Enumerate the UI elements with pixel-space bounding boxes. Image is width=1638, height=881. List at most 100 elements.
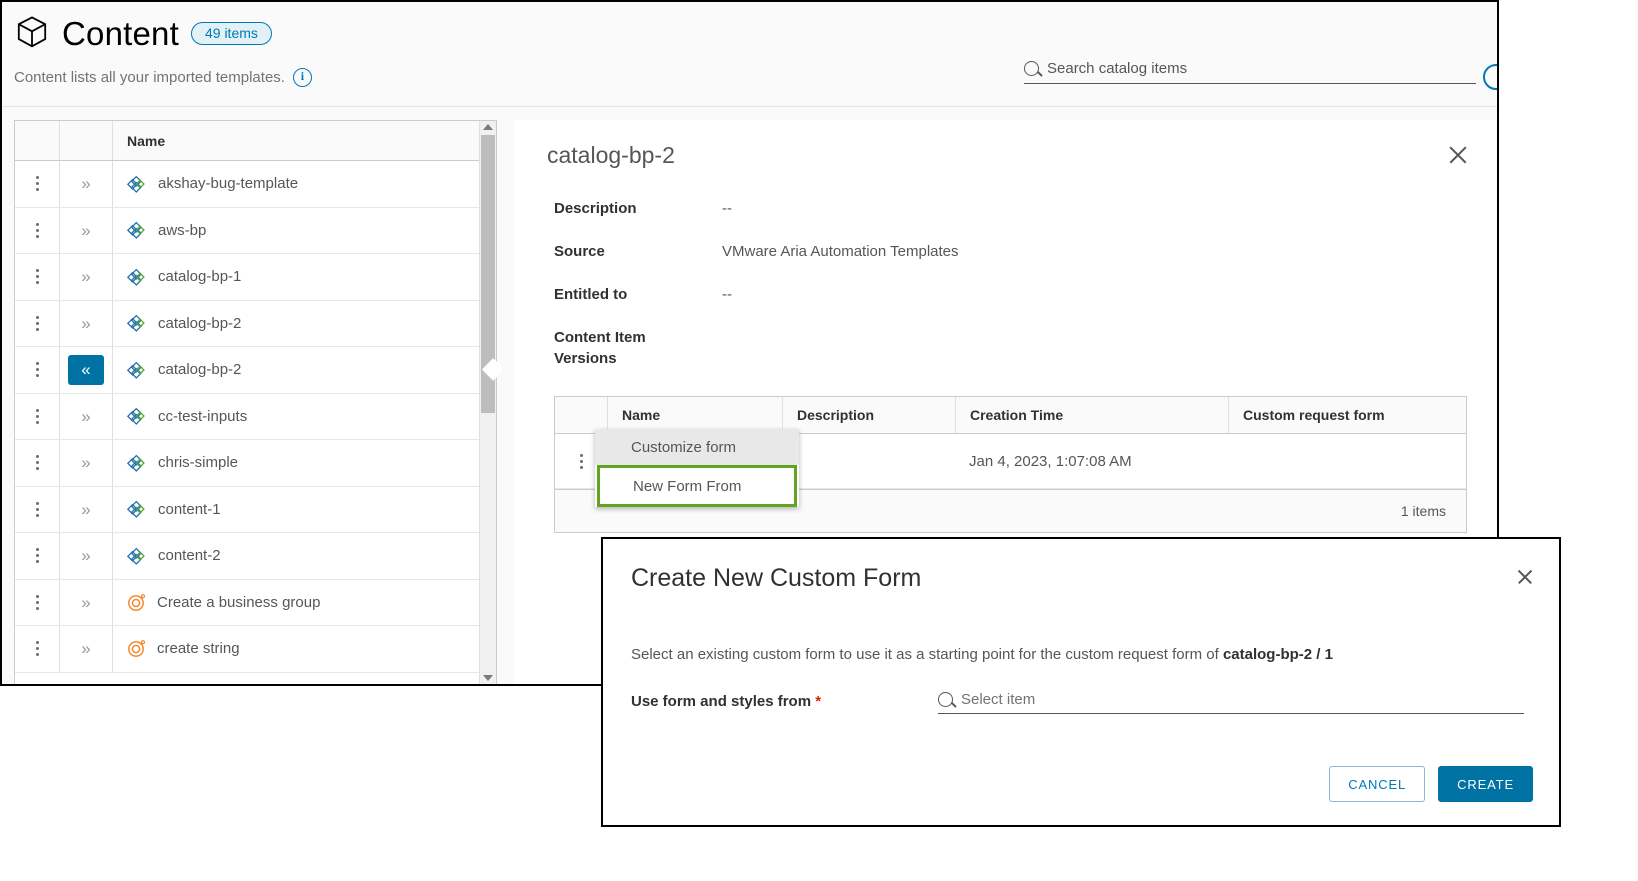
- collapse-detail-button[interactable]: «: [59, 347, 112, 393]
- list-item[interactable]: » catalog-bp-1: [15, 254, 496, 301]
- list-item[interactable]: » create string: [15, 626, 496, 673]
- list-item[interactable]: » chris-simple: [15, 440, 496, 487]
- blueprint-icon: [126, 546, 147, 566]
- list-item-name-cell: cc-test-inputs: [112, 393, 496, 439]
- detail-value: --: [722, 200, 732, 217]
- expand-detail-button[interactable]: »: [59, 440, 112, 486]
- list-item[interactable]: » cc-test-inputs: [15, 393, 496, 440]
- kebab-menu-icon[interactable]: [35, 501, 39, 517]
- kebab-menu-icon[interactable]: [35, 222, 39, 238]
- list-body: » akshay-bug-template » aws-bp » catalog-bp-1…: [15, 161, 496, 673]
- expand-detail-button[interactable]: »: [59, 579, 112, 625]
- dialog-title: Create New Custom Form: [631, 564, 922, 592]
- versions-header-custom-request-form: Custom request form: [1228, 397, 1466, 433]
- menu-item-customize-form[interactable]: Customize form: [595, 429, 799, 465]
- scroll-down-arrow-icon[interactable]: [483, 675, 493, 681]
- kebab-menu-icon[interactable]: [579, 453, 583, 469]
- kebab-menu-icon[interactable]: [35, 641, 39, 657]
- chevron-double-right-icon[interactable]: »: [81, 640, 90, 657]
- chevron-double-right-icon[interactable]: »: [81, 268, 90, 285]
- expand-detail-button[interactable]: »: [59, 393, 112, 439]
- row-actions-button[interactable]: [15, 487, 59, 533]
- select-item-input-wrap[interactable]: [938, 691, 1524, 714]
- create-button[interactable]: CREATE: [1438, 766, 1533, 802]
- list-item[interactable]: » Create a business group: [15, 579, 496, 626]
- list-item-label: create string: [157, 640, 240, 658]
- list-item[interactable]: » aws-bp: [15, 207, 496, 254]
- list-item-label: aws-bp: [158, 221, 207, 239]
- expand-detail-button[interactable]: »: [59, 300, 112, 346]
- versions-header-description: Description: [782, 397, 955, 433]
- list-item[interactable]: « catalog-bp-2: [15, 347, 496, 394]
- menu-item-new-form-from[interactable]: New Form From: [597, 465, 797, 507]
- page-subtitle: Content lists all your imported template…: [14, 69, 285, 86]
- chevron-double-left-icon[interactable]: «: [68, 354, 104, 385]
- row-actions-button[interactable]: [15, 580, 59, 626]
- kebab-menu-icon[interactable]: [35, 315, 39, 331]
- chevron-double-right-icon[interactable]: »: [81, 454, 90, 471]
- row-actions-button[interactable]: [15, 161, 59, 207]
- kebab-menu-icon[interactable]: [35, 548, 39, 564]
- chevron-double-right-icon[interactable]: »: [81, 501, 90, 518]
- list-item-label: Create a business group: [157, 593, 321, 611]
- package-icon: [14, 14, 50, 53]
- kebab-menu-icon[interactable]: [35, 594, 39, 610]
- row-actions-button[interactable]: [15, 394, 59, 440]
- page-subtitle-row: Content lists all your imported template…: [14, 68, 312, 87]
- search-input[interactable]: [1047, 60, 1476, 77]
- kebab-menu-icon[interactable]: [35, 176, 39, 192]
- versions-header-name: Name: [607, 397, 782, 433]
- kebab-menu-icon[interactable]: [35, 362, 39, 378]
- title-row: Content 49 items: [14, 14, 272, 53]
- row-actions-button[interactable]: [15, 626, 59, 672]
- search-icon: [1024, 61, 1039, 76]
- list-item-name-cell: content-2: [112, 533, 496, 579]
- expand-detail-button[interactable]: »: [59, 207, 112, 253]
- kebab-menu-icon[interactable]: [35, 455, 39, 471]
- expand-detail-button[interactable]: »: [59, 486, 112, 532]
- detail-value: VMware Aria Automation Templates: [722, 243, 959, 260]
- row-actions-button[interactable]: [15, 440, 59, 486]
- expand-detail-button[interactable]: »: [59, 533, 112, 579]
- chevron-double-right-icon[interactable]: »: [81, 175, 90, 192]
- help-icon[interactable]: [1483, 64, 1497, 90]
- row-actions-button[interactable]: [15, 208, 59, 254]
- detail-label: Source: [554, 243, 605, 260]
- search-field[interactable]: [1024, 60, 1476, 84]
- row-actions-button[interactable]: [15, 254, 59, 300]
- create-new-custom-form-dialog: Create New Custom Form Select an existin…: [601, 537, 1561, 827]
- kebab-menu-icon[interactable]: [35, 408, 39, 424]
- info-icon[interactable]: i: [292, 68, 312, 87]
- blueprint-icon: [126, 174, 147, 194]
- expand-detail-button[interactable]: »: [59, 254, 112, 300]
- scroll-up-arrow-icon[interactable]: [483, 124, 493, 130]
- chevron-double-right-icon[interactable]: »: [81, 222, 90, 239]
- list-item[interactable]: » akshay-bug-template: [15, 161, 496, 208]
- blueprint-icon: [126, 313, 147, 333]
- row-actions-button[interactable]: [15, 533, 59, 579]
- dialog-description-text: Select an existing custom form to use it…: [631, 646, 1223, 663]
- list-item[interactable]: » content-2: [15, 533, 496, 580]
- cancel-button[interactable]: CANCEL: [1329, 766, 1426, 802]
- chevron-double-right-icon[interactable]: »: [81, 594, 90, 611]
- chevron-double-right-icon[interactable]: »: [81, 408, 90, 425]
- chevron-double-right-icon[interactable]: »: [81, 547, 90, 564]
- kebab-menu-icon[interactable]: [35, 269, 39, 285]
- close-icon[interactable]: [1516, 568, 1534, 586]
- close-icon[interactable]: [1447, 144, 1469, 166]
- detail-field-description: Description --: [554, 198, 732, 219]
- detail-field-source: Source VMware Aria Automation Templates: [554, 241, 959, 262]
- dialog-description: Select an existing custom form to use it…: [631, 646, 1333, 663]
- list-item-name-cell: akshay-bug-template: [112, 161, 496, 207]
- dialog-buttons: CANCEL CREATE: [1329, 766, 1533, 802]
- list-item[interactable]: » content-1: [15, 486, 496, 533]
- row-actions-button[interactable]: [15, 347, 59, 393]
- list-item-label: catalog-bp-2: [158, 314, 242, 332]
- expand-detail-button[interactable]: »: [59, 161, 112, 207]
- list-item[interactable]: » catalog-bp-2: [15, 300, 496, 347]
- select-item-input[interactable]: [961, 691, 1524, 708]
- expand-detail-button[interactable]: »: [59, 626, 112, 672]
- chevron-double-right-icon[interactable]: »: [81, 315, 90, 332]
- row-actions-button[interactable]: [15, 301, 59, 347]
- list-scrollbar[interactable]: [479, 121, 496, 684]
